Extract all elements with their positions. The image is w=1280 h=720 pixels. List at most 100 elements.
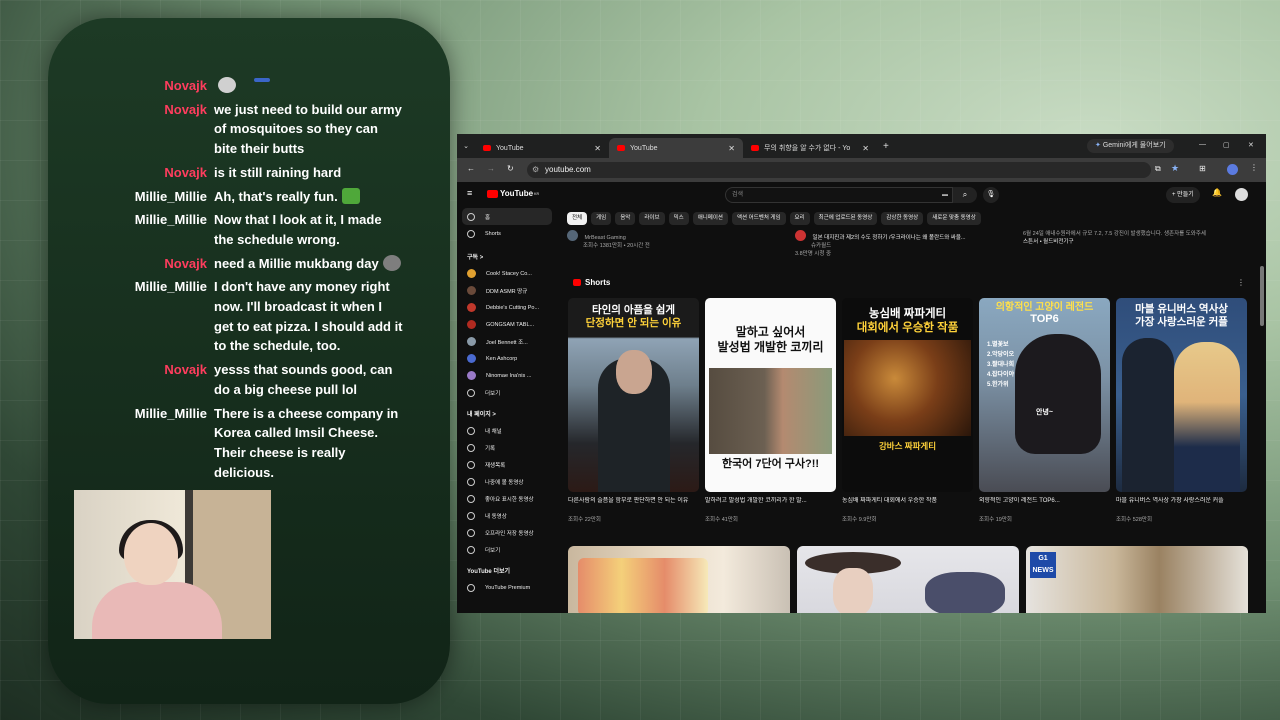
filter-chip[interactable]: 음악 — [615, 212, 636, 225]
new-tab-icon[interactable]: + — [883, 141, 889, 152]
sidebar-section-header[interactable]: 내 페이지 > — [457, 405, 557, 422]
filter-chip[interactable]: 믹스 — [668, 212, 689, 225]
channel-avatar — [467, 354, 476, 363]
hamburger-icon[interactable]: ≡ — [467, 188, 472, 198]
filter-chip[interactable]: 요리 — [789, 212, 810, 225]
sidebar-item[interactable]: Cook! Stacey Co... — [457, 265, 557, 282]
sidebar-item[interactable]: 오프라인 저장 동영상 — [457, 524, 557, 541]
short-title[interactable]: 외향적인 고양이 레전드 TOP6... — [979, 497, 1110, 513]
create-button[interactable]: + 만들기 — [1166, 187, 1200, 203]
account-avatar[interactable] — [1235, 188, 1248, 201]
tab-video[interactable]: 무의 취향을 알 수가 없다 - Yo ✕ — [743, 138, 877, 158]
short-caption-top2: TOP6 — [1030, 313, 1059, 325]
window-close-icon[interactable]: ✕ — [1248, 141, 1254, 149]
short-card[interactable]: 의항적인 고양이 레전드 TOP6 1.별꽃보 2.악당이오 3.짤대나희 4.… — [979, 298, 1110, 523]
sidebar-item[interactable]: 기록 — [457, 439, 557, 456]
youtube-premium-icon — [467, 583, 475, 592]
chat-log: Novajk Novajk we just need to build our ar… — [60, 76, 440, 486]
search-button[interactable]: ⌕ — [953, 187, 977, 203]
shorts-menu-icon[interactable]: ⋮ — [1237, 278, 1245, 287]
close-icon[interactable]: ✕ — [728, 144, 735, 153]
chat-username: Novajk — [164, 164, 207, 180]
short-views: 조회수 19만회 — [979, 517, 1012, 523]
reload-icon[interactable]: ↻ — [507, 164, 514, 173]
short-thumbnail[interactable]: 마블 유니버스 역사상 가장 사랑스러운 커플 — [1116, 298, 1247, 492]
page-scrollbar[interactable] — [1260, 266, 1264, 326]
filter-chip[interactable]: 최근에 업로드된 동영상 — [813, 212, 878, 225]
search-input[interactable]: 검색 ▬ — [725, 187, 953, 203]
short-card[interactable]: 농심배 짜파게티 대회에서 우승한 작품 강바스 짜파게티 농심배 짜파게티 대… — [842, 298, 973, 523]
extensions-icon[interactable]: ⊞ — [1199, 164, 1206, 173]
sidebar-item-label: 좋아요 표시한 동영상 — [485, 496, 534, 503]
close-icon[interactable]: ✕ — [862, 144, 869, 153]
sidebar-item[interactable]: 재생목록 — [457, 456, 557, 473]
sidebar-item[interactable]: 홈 — [462, 208, 552, 225]
short-card[interactable]: 타인의 아픔을 쉽게 단정하면 안 되는 이유 다른사람의 슬픔을 함부로 판단… — [568, 298, 699, 523]
sidebar-item[interactable]: GONGSAM TABL... — [457, 316, 557, 333]
filter-chip[interactable]: 전체 — [567, 212, 588, 225]
watch-later-icon — [467, 477, 475, 486]
filter-chip[interactable]: 액션 어드벤처 게임 — [732, 212, 786, 225]
short-title[interactable]: 농심배 짜파게티 대회에서 우승한 작품 — [842, 497, 973, 513]
prev-video-3[interactable]: 6월 24일 애내수원라에서 규모 7.2, 7.5 강진이 발생했습니다. 생… — [1023, 230, 1245, 246]
minimize-icon[interactable]: — — [1199, 141, 1206, 148]
filter-chip[interactable]: 새로운 맞춤 동영상 — [927, 212, 981, 225]
cat-emote — [218, 77, 236, 93]
short-elephant-image — [709, 368, 832, 454]
short-thumbnail[interactable]: 농심배 짜파게티 대회에서 우승한 작품 강바스 짜파게티 — [842, 298, 973, 492]
video-thumbnail[interactable] — [568, 546, 790, 613]
short-thumbnail[interactable]: 말하고 싶어서 발성법 개발한 코끼리 한국어 7단어 구사?!! — [705, 298, 836, 492]
filter-chip[interactable]: 애니메이션 — [692, 212, 728, 225]
sidebar-item[interactable]: Ken Ashcorp — [457, 350, 557, 367]
sidebar-item[interactable]: Debbie's Cutting Po... — [457, 299, 557, 316]
short-title[interactable]: 마블 유니버스 역사상 가장 사랑스러운 커플 — [1116, 497, 1247, 513]
keyboard-icon[interactable]: ▬ — [942, 188, 948, 202]
filter-chip[interactable]: 감상한 동영상 — [881, 212, 924, 225]
filter-chip[interactable]: 게임 — [591, 212, 612, 225]
tab-search-icon[interactable]: ⌄ — [457, 142, 475, 150]
back-icon[interactable]: ← — [467, 164, 475, 173]
sidebar-item[interactable]: 내 동영상 — [457, 507, 557, 524]
prev-video-2[interactable]: 일본 대지진과 제2의 수도 정하기 /우크라이나는 왜 폴란드와 싸울... … — [795, 230, 1005, 258]
gemini-button[interactable]: ✦ Gemini에게 물어보기 — [1087, 139, 1174, 153]
tab-youtube-2[interactable]: YouTube ✕ — [609, 138, 743, 158]
playlist-icon — [467, 460, 475, 469]
video-thumbnail[interactable]: G1 NEWS — [1026, 546, 1248, 613]
sidebar-item[interactable]: Joel Bennett 조... — [457, 333, 557, 350]
sidebar-item[interactable]: DDM ASMR 땅규 — [457, 282, 557, 299]
youtube-logo-icon — [487, 189, 498, 198]
youtube-logo[interactable]: YouTube KR — [487, 189, 539, 198]
tab-youtube-1[interactable]: YouTube ✕ — [475, 138, 609, 158]
short-title[interactable]: 다른사람의 슬픔을 함부로 판단하면 안 되는 이유 — [568, 497, 699, 513]
short-card[interactable]: 마블 유니버스 역사상 가장 사랑스러운 커플 마블 유니버스 역사상 가장 사… — [1116, 298, 1247, 523]
sidebar-item[interactable]: 내 채널 — [457, 422, 557, 439]
short-title[interactable]: 말하려고 발성법 개발한 코끼리가 한 말... — [705, 497, 836, 513]
sidebar-item[interactable]: 나중에 볼 동영상 — [457, 473, 557, 490]
close-icon[interactable]: ✕ — [594, 144, 601, 153]
forward-icon[interactable]: → — [487, 164, 495, 173]
sidebar-item[interactable]: 좋아요 표시한 동영상 — [457, 490, 557, 507]
sidebar-item[interactable]: YouTube Premium — [457, 579, 557, 596]
maximize-icon[interactable]: ▢ — [1223, 141, 1230, 149]
sidebar-item[interactable]: 더보기 — [457, 384, 557, 401]
sidebar-section-header[interactable]: YouTube 더보기 — [457, 562, 557, 579]
profile-avatar[interactable] — [1227, 164, 1238, 175]
short-card[interactable]: 말하고 싶어서 발성법 개발한 코끼리 한국어 7단어 구사?!! 말하려고 발… — [705, 298, 836, 523]
filter-chip[interactable]: 라이브 — [639, 212, 665, 225]
short-caption-top: 타인의 아픔을 쉽게 — [591, 304, 676, 316]
sidebar-section-header[interactable]: 구독 > — [457, 248, 557, 265]
video-thumbnail[interactable] — [797, 546, 1019, 613]
short-thumbnail[interactable]: 타인의 아픔을 쉽게 단정하면 안 되는 이유 — [568, 298, 699, 492]
sidebar-item[interactable]: Shorts — [457, 225, 557, 242]
prev-video-1[interactable]: MrBeast Gaming 조회수 1381만회 • 20시간 전 — [567, 230, 777, 250]
notifications-bell-icon[interactable]: 🔔 — [1212, 188, 1222, 197]
short-thumbnail[interactable]: 의항적인 고양이 레전드 TOP6 1.별꽃보 2.악당이오 3.짤대나희 4.… — [979, 298, 1110, 492]
voice-search-button[interactable]: 🎙 — [983, 187, 999, 203]
url-field[interactable]: ⚙ youtube.com — [527, 162, 1151, 178]
sidebar-item[interactable]: Ninomae Ina'nis ... — [457, 367, 557, 384]
sidebar-item[interactable]: 더보기 — [457, 541, 557, 558]
install-icon[interactable]: ⧉ — [1155, 164, 1161, 174]
site-info-icon[interactable]: ⚙ — [532, 162, 539, 178]
menu-dots-icon[interactable]: ⋮ — [1250, 163, 1258, 172]
bookmark-star-icon[interactable]: ★ — [1171, 163, 1179, 174]
